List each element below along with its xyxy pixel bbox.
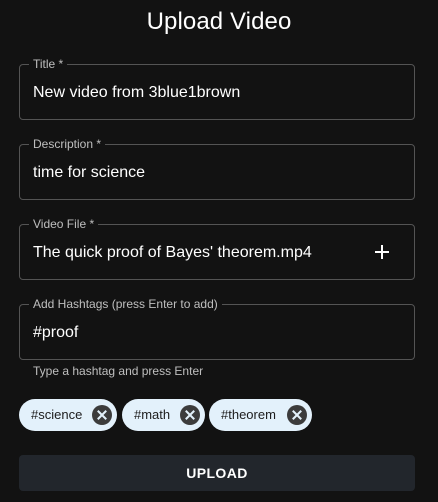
video-file-field-label: Video File * bbox=[29, 217, 99, 231]
page-title: Upload Video bbox=[146, 8, 292, 35]
hashtag-chip-science[interactable]: #science bbox=[19, 399, 117, 431]
cancel-circle-icon[interactable] bbox=[92, 405, 112, 425]
title-field-label: Title * bbox=[29, 57, 68, 71]
hashtag-chip-label: #science bbox=[31, 407, 83, 422]
description-field[interactable]: Description * time for science bbox=[19, 137, 415, 200]
cancel-circle-icon[interactable] bbox=[180, 405, 200, 425]
plus-icon[interactable] bbox=[372, 242, 392, 262]
upload-button[interactable]: UPLOAD bbox=[19, 455, 415, 491]
title-input[interactable]: New video from 3blue1brown bbox=[33, 83, 240, 103]
hashtag-chip-math[interactable]: #math bbox=[122, 399, 205, 431]
video-file-field[interactable]: Video File * The quick proof of Bayes' t… bbox=[19, 217, 415, 280]
hashtag-helper-text: Type a hashtag and press Enter bbox=[33, 364, 204, 378]
hashtag-chip-theorem[interactable]: #theorem bbox=[209, 399, 312, 431]
hashtag-input[interactable]: #proof bbox=[33, 323, 78, 343]
video-file-input[interactable]: The quick proof of Bayes' theorem.mp4 bbox=[33, 243, 312, 263]
hashtag-field[interactable]: Add Hashtags (press Enter to add) #proof bbox=[19, 297, 415, 360]
upload-video-form: Upload Video Title * New video from 3blu… bbox=[0, 0, 438, 502]
description-input[interactable]: time for science bbox=[33, 163, 145, 183]
cancel-circle-icon[interactable] bbox=[287, 405, 307, 425]
title-field[interactable]: Title * New video from 3blue1brown bbox=[19, 57, 415, 120]
hashtag-chip-label: #math bbox=[134, 407, 171, 422]
hashtag-chip-label: #theorem bbox=[221, 407, 276, 422]
hashtag-field-label: Add Hashtags (press Enter to add) bbox=[29, 297, 222, 311]
description-field-label: Description * bbox=[29, 137, 106, 151]
